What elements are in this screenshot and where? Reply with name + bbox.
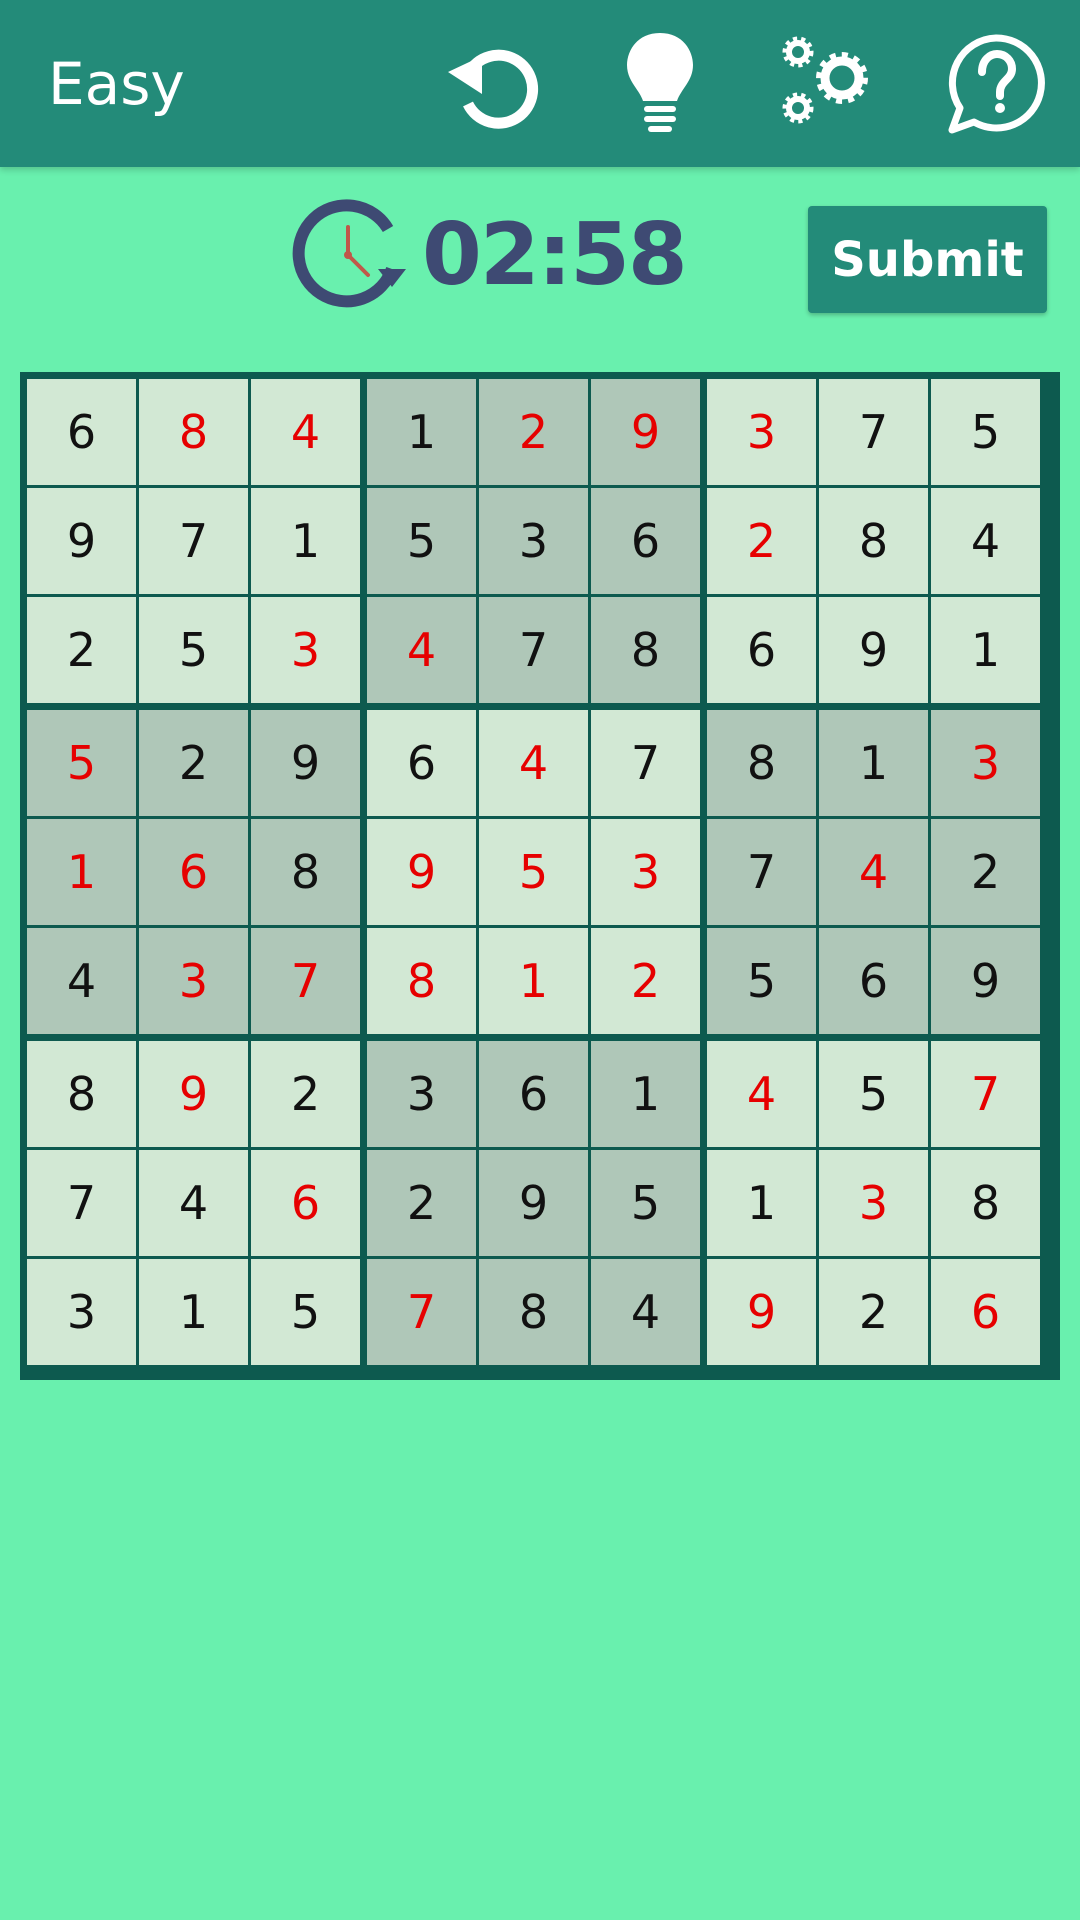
sudoku-cell[interactable]: 9: [707, 1259, 816, 1365]
submit-button[interactable]: Submit: [808, 206, 1047, 313]
sudoku-cell[interactable]: 2: [251, 1041, 360, 1147]
sudoku-cell[interactable]: 5: [367, 488, 476, 594]
sudoku-cell[interactable]: 1: [591, 1041, 700, 1147]
sudoku-cell[interactable]: 7: [931, 1041, 1040, 1147]
sudoku-cell[interactable]: 1: [139, 1259, 248, 1365]
sudoku-cell[interactable]: 2: [367, 1150, 476, 1256]
sudoku-cell[interactable]: 3: [479, 488, 588, 594]
sudoku-cell[interactable]: 4: [479, 710, 588, 816]
sudoku-cell[interactable]: 6: [251, 1150, 360, 1256]
sudoku-cell[interactable]: 2: [27, 597, 136, 703]
sudoku-cell[interactable]: 4: [931, 488, 1040, 594]
restart-icon[interactable]: [440, 32, 544, 136]
sudoku-cell[interactable]: 4: [591, 1259, 700, 1365]
sudoku-cell[interactable]: 1: [367, 379, 476, 485]
sudoku-cell[interactable]: 4: [819, 819, 928, 925]
sudoku-cell[interactable]: 4: [707, 1041, 816, 1147]
sudoku-cell[interactable]: 9: [819, 597, 928, 703]
sudoku-cell[interactable]: 7: [139, 488, 248, 594]
sudoku-cell[interactable]: 2: [591, 928, 700, 1034]
difficulty-label: Easy: [48, 50, 185, 118]
sudoku-cell[interactable]: 2: [479, 379, 588, 485]
sudoku-cell[interactable]: 8: [591, 597, 700, 703]
sudoku-cell[interactable]: 9: [251, 710, 360, 816]
sudoku-cell[interactable]: 8: [367, 928, 476, 1034]
sudoku-cell[interactable]: 6: [479, 1041, 588, 1147]
sudoku-cell[interactable]: 5: [591, 1150, 700, 1256]
sudoku-cell[interactable]: 7: [591, 710, 700, 816]
sudoku-cell[interactable]: 3: [707, 379, 816, 485]
sudoku-cell[interactable]: 5: [819, 1041, 928, 1147]
sudoku-cell[interactable]: 8: [27, 1041, 136, 1147]
sudoku-cell[interactable]: 9: [27, 488, 136, 594]
sudoku-cell[interactable]: 3: [27, 1259, 136, 1365]
sudoku-cell[interactable]: 2: [931, 819, 1040, 925]
sudoku-cell[interactable]: 1: [819, 710, 928, 816]
sudoku-cell[interactable]: 3: [367, 1041, 476, 1147]
sudoku-cell[interactable]: 6: [591, 488, 700, 594]
sudoku-cell[interactable]: 9: [479, 1150, 588, 1256]
sudoku-cell[interactable]: 7: [479, 597, 588, 703]
sudoku-cell[interactable]: 2: [819, 1259, 928, 1365]
sudoku-cell[interactable]: 9: [931, 928, 1040, 1034]
sudoku-cell[interactable]: 1: [251, 488, 360, 594]
sudoku-cell[interactable]: 9: [367, 819, 476, 925]
sudoku-cell[interactable]: 5: [251, 1259, 360, 1365]
sudoku-cell[interactable]: 5: [707, 928, 816, 1034]
help-question-icon[interactable]: [944, 32, 1048, 136]
sudoku-cell[interactable]: 2: [139, 710, 248, 816]
sudoku-cell[interactable]: 8: [251, 819, 360, 925]
sudoku-cell[interactable]: 8: [819, 488, 928, 594]
sudoku-cell[interactable]: 1: [707, 1150, 816, 1256]
sudoku-cell[interactable]: 7: [251, 928, 360, 1034]
timer-clock-icon: [292, 198, 406, 307]
sudoku-cell[interactable]: 1: [931, 597, 1040, 703]
sudoku-cell[interactable]: 7: [819, 379, 928, 485]
sudoku-cell[interactable]: 5: [931, 379, 1040, 485]
sudoku-cell[interactable]: 8: [931, 1150, 1040, 1256]
sudoku-cell[interactable]: 6: [367, 710, 476, 816]
sudoku-cell[interactable]: 3: [931, 710, 1040, 816]
sudoku-cell[interactable]: 9: [139, 1041, 248, 1147]
sudoku-cell[interactable]: 6: [931, 1259, 1040, 1365]
sudoku-cell[interactable]: 2: [707, 488, 816, 594]
sudoku-cell[interactable]: 4: [367, 597, 476, 703]
sudoku-cell[interactable]: 4: [139, 1150, 248, 1256]
sudoku-cell[interactable]: 8: [707, 710, 816, 816]
top-app-bar: Easy: [0, 0, 1080, 167]
sudoku-cell[interactable]: 8: [479, 1259, 588, 1365]
settings-gears-icon[interactable]: [776, 32, 880, 136]
sudoku-board: 6841293759715362842534786915296478131689…: [20, 372, 1060, 1380]
hint-bulb-icon[interactable]: [608, 32, 712, 136]
sudoku-cell[interactable]: 7: [707, 819, 816, 925]
sudoku-cell[interactable]: 6: [707, 597, 816, 703]
sudoku-cell[interactable]: 4: [27, 928, 136, 1034]
sudoku-cell[interactable]: 5: [27, 710, 136, 816]
sudoku-cell[interactable]: 1: [479, 928, 588, 1034]
sudoku-cell[interactable]: 3: [251, 597, 360, 703]
sudoku-cell[interactable]: 3: [591, 819, 700, 925]
sudoku-cell[interactable]: 6: [139, 819, 248, 925]
sudoku-cell[interactable]: 3: [819, 1150, 928, 1256]
sudoku-cell[interactable]: 9: [591, 379, 700, 485]
sudoku-cell[interactable]: 7: [367, 1259, 476, 1365]
sudoku-cell[interactable]: 7: [27, 1150, 136, 1256]
sudoku-cell[interactable]: 4: [251, 379, 360, 485]
sudoku-cell[interactable]: 5: [139, 597, 248, 703]
timer-value: 02:58: [422, 204, 688, 305]
sudoku-cell[interactable]: 8: [139, 379, 248, 485]
sudoku-cell[interactable]: 6: [819, 928, 928, 1034]
sudoku-cell[interactable]: 3: [139, 928, 248, 1034]
sudoku-cell[interactable]: 5: [479, 819, 588, 925]
sudoku-cell[interactable]: 6: [27, 379, 136, 485]
sudoku-cell[interactable]: 1: [27, 819, 136, 925]
timer: 02:58: [292, 197, 688, 312]
